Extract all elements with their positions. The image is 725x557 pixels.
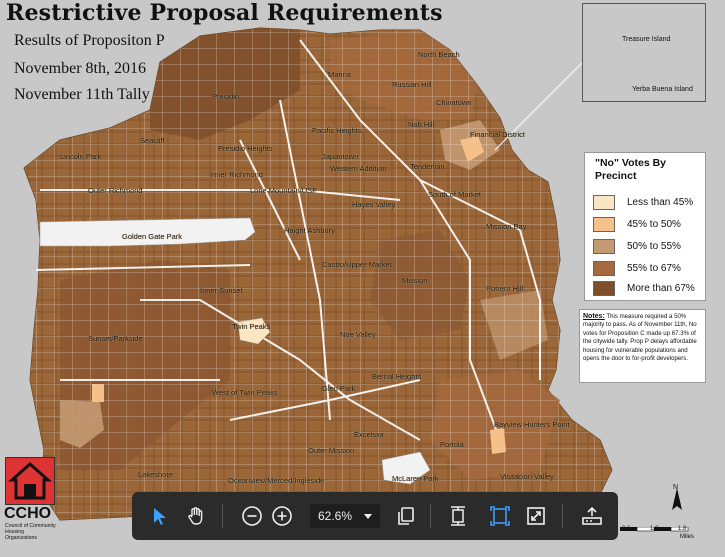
- label-haight-ashbury: Haight Ashbury: [284, 226, 335, 235]
- label-seacliff: Seacliff: [140, 136, 165, 145]
- label-mclaren-park: McLaren Park: [392, 474, 439, 483]
- label-bayview-hunters-point: Bayview Hunters Point: [494, 420, 570, 429]
- label-twin-peaks: Twin Peaks: [232, 322, 271, 331]
- scale-tick: 1.2: [650, 526, 659, 532]
- house-logo-icon: [8, 461, 52, 500]
- org-full-name: Council of Community Housing Organizatio…: [5, 523, 56, 541]
- fit-page-icon[interactable]: [488, 504, 512, 528]
- label-chinatown: Chinatown: [436, 98, 472, 107]
- label-western-addition: Western Addition: [330, 164, 387, 173]
- legend-label: 45% to 50%: [627, 219, 681, 230]
- label-pacific-heights: Pacific Heights: [312, 126, 362, 135]
- bayview-light: [490, 428, 506, 454]
- zoom-in-icon[interactable]: [270, 504, 294, 528]
- legend-swatch: [593, 217, 615, 232]
- map-subtitle-1: Results of Propositon P: [14, 32, 165, 49]
- north-arrow: N: [668, 484, 686, 521]
- scale-unit: Miles: [680, 534, 695, 540]
- label-castro-upper-market: Castro/Upper Market: [322, 260, 392, 269]
- chevron-down-icon: [364, 514, 372, 519]
- label-yerba-buena-island: Yerba Buena Island: [632, 86, 693, 93]
- scale-tick: 0.6: [622, 526, 631, 532]
- north-label: N: [673, 484, 679, 491]
- label-outer-richmond: Outer Richmond: [88, 186, 143, 195]
- legend-swatch: [593, 281, 615, 296]
- legend-item: More than 67%: [593, 281, 695, 296]
- hand-icon[interactable]: [184, 504, 208, 528]
- label-tenderloin: Tenderloin: [410, 162, 445, 171]
- label-inner-sunset: Inner Sunset: [200, 286, 243, 295]
- label-west-of-twin-peaks: West of Twin Peaks: [212, 388, 278, 397]
- label-treasure-island: Treasure Island: [622, 36, 671, 43]
- label-glen-park: Glen Park: [322, 384, 356, 393]
- legend-item: 55% to 67%: [593, 261, 681, 276]
- label-outer-mission: Outer Mission: [308, 446, 355, 455]
- label-bernal-heights: Bernal Heights: [372, 372, 422, 381]
- legend-label: More than 67%: [627, 283, 695, 294]
- legend-item: 50% to 55%: [593, 239, 681, 254]
- label-south-of-market: South of Market: [428, 190, 481, 199]
- legend-label: Less than 45%: [627, 197, 694, 208]
- org-name: CCHO: [4, 505, 52, 522]
- legend: "No" Votes By Precinct Less than 45% 45%…: [584, 152, 706, 301]
- label-lincoln-park: Lincoln Park: [60, 152, 102, 161]
- label-excelsior: Excelsior: [354, 430, 385, 439]
- label-north-beach: North Beach: [418, 50, 460, 59]
- sunset-light: [92, 384, 104, 402]
- toolbar-divider: [222, 504, 223, 528]
- label-portola: Portola: [440, 440, 464, 449]
- label-financial-district: Financial District: [470, 130, 526, 139]
- label-marina: Marina: [328, 70, 351, 79]
- legend-label: 50% to 55%: [627, 241, 681, 252]
- label-potrero-hill: Potrero Hill: [486, 284, 524, 293]
- label-presidio-heights: Presidio Heights: [218, 144, 273, 153]
- label-mission-bay: Mission Bay: [486, 222, 527, 231]
- label-golden-gate-park: Golden Gate Park: [122, 232, 183, 241]
- legend-swatch: [593, 239, 615, 254]
- toolbar-divider: [562, 504, 563, 528]
- label-sunset-parkside: Sunset/Parkside: [88, 334, 143, 343]
- label-japantown: Japantown: [322, 152, 359, 161]
- label-inner-richmond: Inner Richmond: [210, 170, 263, 179]
- legend-swatch: [593, 195, 615, 210]
- map-title: Restrictive Proposal Requirements: [6, 0, 443, 26]
- label-lakeshore: Lakeshore: [138, 470, 174, 479]
- label-hayes-valley: Hayes Valley: [352, 200, 396, 209]
- notes-heading: Notes:: [583, 313, 605, 320]
- legend-item: 45% to 50%: [593, 217, 681, 232]
- page-icon[interactable]: [394, 504, 418, 528]
- legend-item: Less than 45%: [593, 195, 693, 210]
- label-noe-valley: Noe Valley: [340, 330, 376, 339]
- scale-bar: 0.6 1.2 1.8 Miles: [620, 520, 694, 540]
- label-nob-hill: Nob Hill: [408, 120, 435, 129]
- map-subtitle-2: November 8th, 2016: [14, 60, 146, 77]
- notes-box: Notes: This measure required a 50% major…: [579, 309, 706, 383]
- ccho-logo: [5, 457, 55, 505]
- zoom-out-icon[interactable]: [240, 504, 264, 528]
- label-oceanview-merced-ingleside: Oceanview/Merced/Ingleside: [228, 476, 325, 485]
- viewer-toolbar: 62.6%: [132, 492, 618, 540]
- label-mission: Mission: [402, 276, 428, 285]
- scale-tick: 1.8: [678, 526, 687, 532]
- map-subtitle-3: November 11th Tally: [14, 86, 150, 103]
- label-presidio: Presidio: [212, 92, 240, 101]
- label-lone-mountain-usf: Lone Mountain/USF: [250, 186, 317, 195]
- notes-text: This measure required a 50% majority to …: [583, 313, 697, 363]
- fullscreen-icon[interactable]: [524, 504, 548, 528]
- legend-swatch: [593, 261, 615, 276]
- zoom-value: 62.6%: [318, 509, 353, 523]
- download-icon[interactable]: [580, 504, 604, 528]
- label-russian-hill: Russian Hill: [392, 80, 432, 89]
- fit-height-icon[interactable]: [446, 504, 470, 528]
- legend-label: 55% to 67%: [627, 263, 681, 274]
- legend-title: "No" Votes By Precinct: [595, 157, 667, 182]
- zoom-select[interactable]: 62.6%: [310, 504, 380, 528]
- cursor-icon[interactable]: [148, 504, 172, 528]
- toolbar-divider: [430, 504, 431, 528]
- label-visitacion-valley: Visitacion Valley: [500, 472, 554, 481]
